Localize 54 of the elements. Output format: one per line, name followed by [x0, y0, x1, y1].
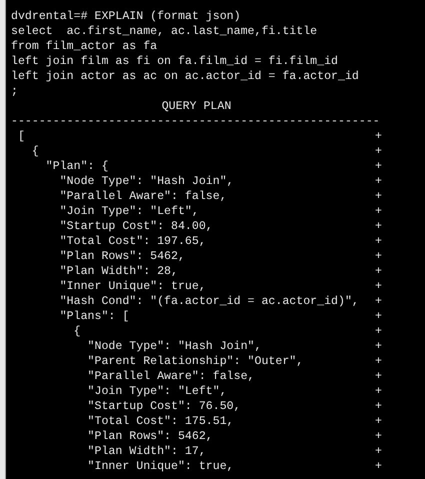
continuation-mark: + [375, 234, 382, 249]
continuation-mark: + [375, 339, 382, 354]
output-line: "Startup Cost": 76.50, [86, 400, 241, 413]
continuation-mark: + [375, 444, 382, 459]
continuation-mark: + [375, 459, 382, 474]
continuation-mark: + [375, 249, 382, 264]
continuation-mark: + [375, 309, 382, 324]
continuation-mark: + [375, 159, 382, 174]
command-line: dvdrental=# EXPLAIN (format json) [11, 9, 241, 24]
command-line: select ac.first_name, ac.last_name,fi.title [11, 24, 318, 39]
output-line: "Plan": { [44, 160, 108, 173]
output-line: [ [16, 130, 25, 143]
column-header: QUERY PLAN [162, 99, 232, 114]
output-line: "Total Cost": 175.51, [86, 415, 234, 428]
output-line: "Parent Relationship": "Outer", [86, 355, 304, 368]
continuation-mark: + [375, 354, 382, 369]
output-line: "Join Type": "Left", [86, 385, 227, 398]
output-line: { [72, 325, 81, 338]
continuation-mark: + [375, 399, 382, 414]
continuation-mark: + [375, 264, 382, 279]
output-line: "Parallel Aware": false, [58, 190, 227, 203]
output-line: "Plan Rows": 5462, [86, 430, 213, 443]
output-line: { [30, 145, 39, 158]
output-line: "Plans": [ [58, 310, 130, 323]
command-line: ; [11, 84, 18, 99]
continuation-mark: + [375, 369, 382, 384]
continuation-mark: + [375, 414, 382, 429]
command-line: left join actor as ac on ac.actor_id = fa.actor_id [11, 69, 359, 84]
continuation-mark: + [375, 189, 382, 204]
output-line: "Node Type": "Hash Join", [86, 340, 262, 353]
output-line: "Startup Cost": 84.00, [58, 220, 213, 233]
continuation-mark: + [375, 279, 382, 294]
command-line: from film_actor as fa [11, 39, 158, 54]
continuation-mark: + [375, 294, 382, 309]
output-line: "Total Cost": 197.65, [58, 235, 206, 248]
output-line: "Join Type": "Left", [58, 205, 199, 218]
output-line: "Plan Rows": 5462, [58, 250, 185, 263]
output-line: "Inner Unique": true, [58, 280, 206, 293]
continuation-mark: + [375, 324, 382, 339]
continuation-mark: + [375, 129, 382, 144]
continuation-mark: + [375, 174, 382, 189]
continuation-mark: + [375, 219, 382, 234]
continuation-mark: + [375, 204, 382, 219]
output-line: "Inner Unique": true, [86, 460, 234, 473]
output-line: "Plan Width": 17, [86, 445, 206, 458]
continuation-mark: + [375, 429, 382, 444]
continuation-mark: + [375, 144, 382, 159]
output-line: "Parallel Aware": false, [86, 370, 255, 383]
continuation-mark: + [375, 384, 382, 399]
output-line: "Hash Cond": "(fa.actor_id = ac.actor_id)", [58, 295, 359, 308]
output-line: "Plan Width": 28, [58, 265, 178, 278]
separator-line: ----------------------------------------------------- [11, 114, 380, 129]
command-line: left join film as fi on fa.film_id = fi.film_id [11, 54, 338, 69]
output-line: "Node Type": "Hash Join", [58, 175, 234, 188]
